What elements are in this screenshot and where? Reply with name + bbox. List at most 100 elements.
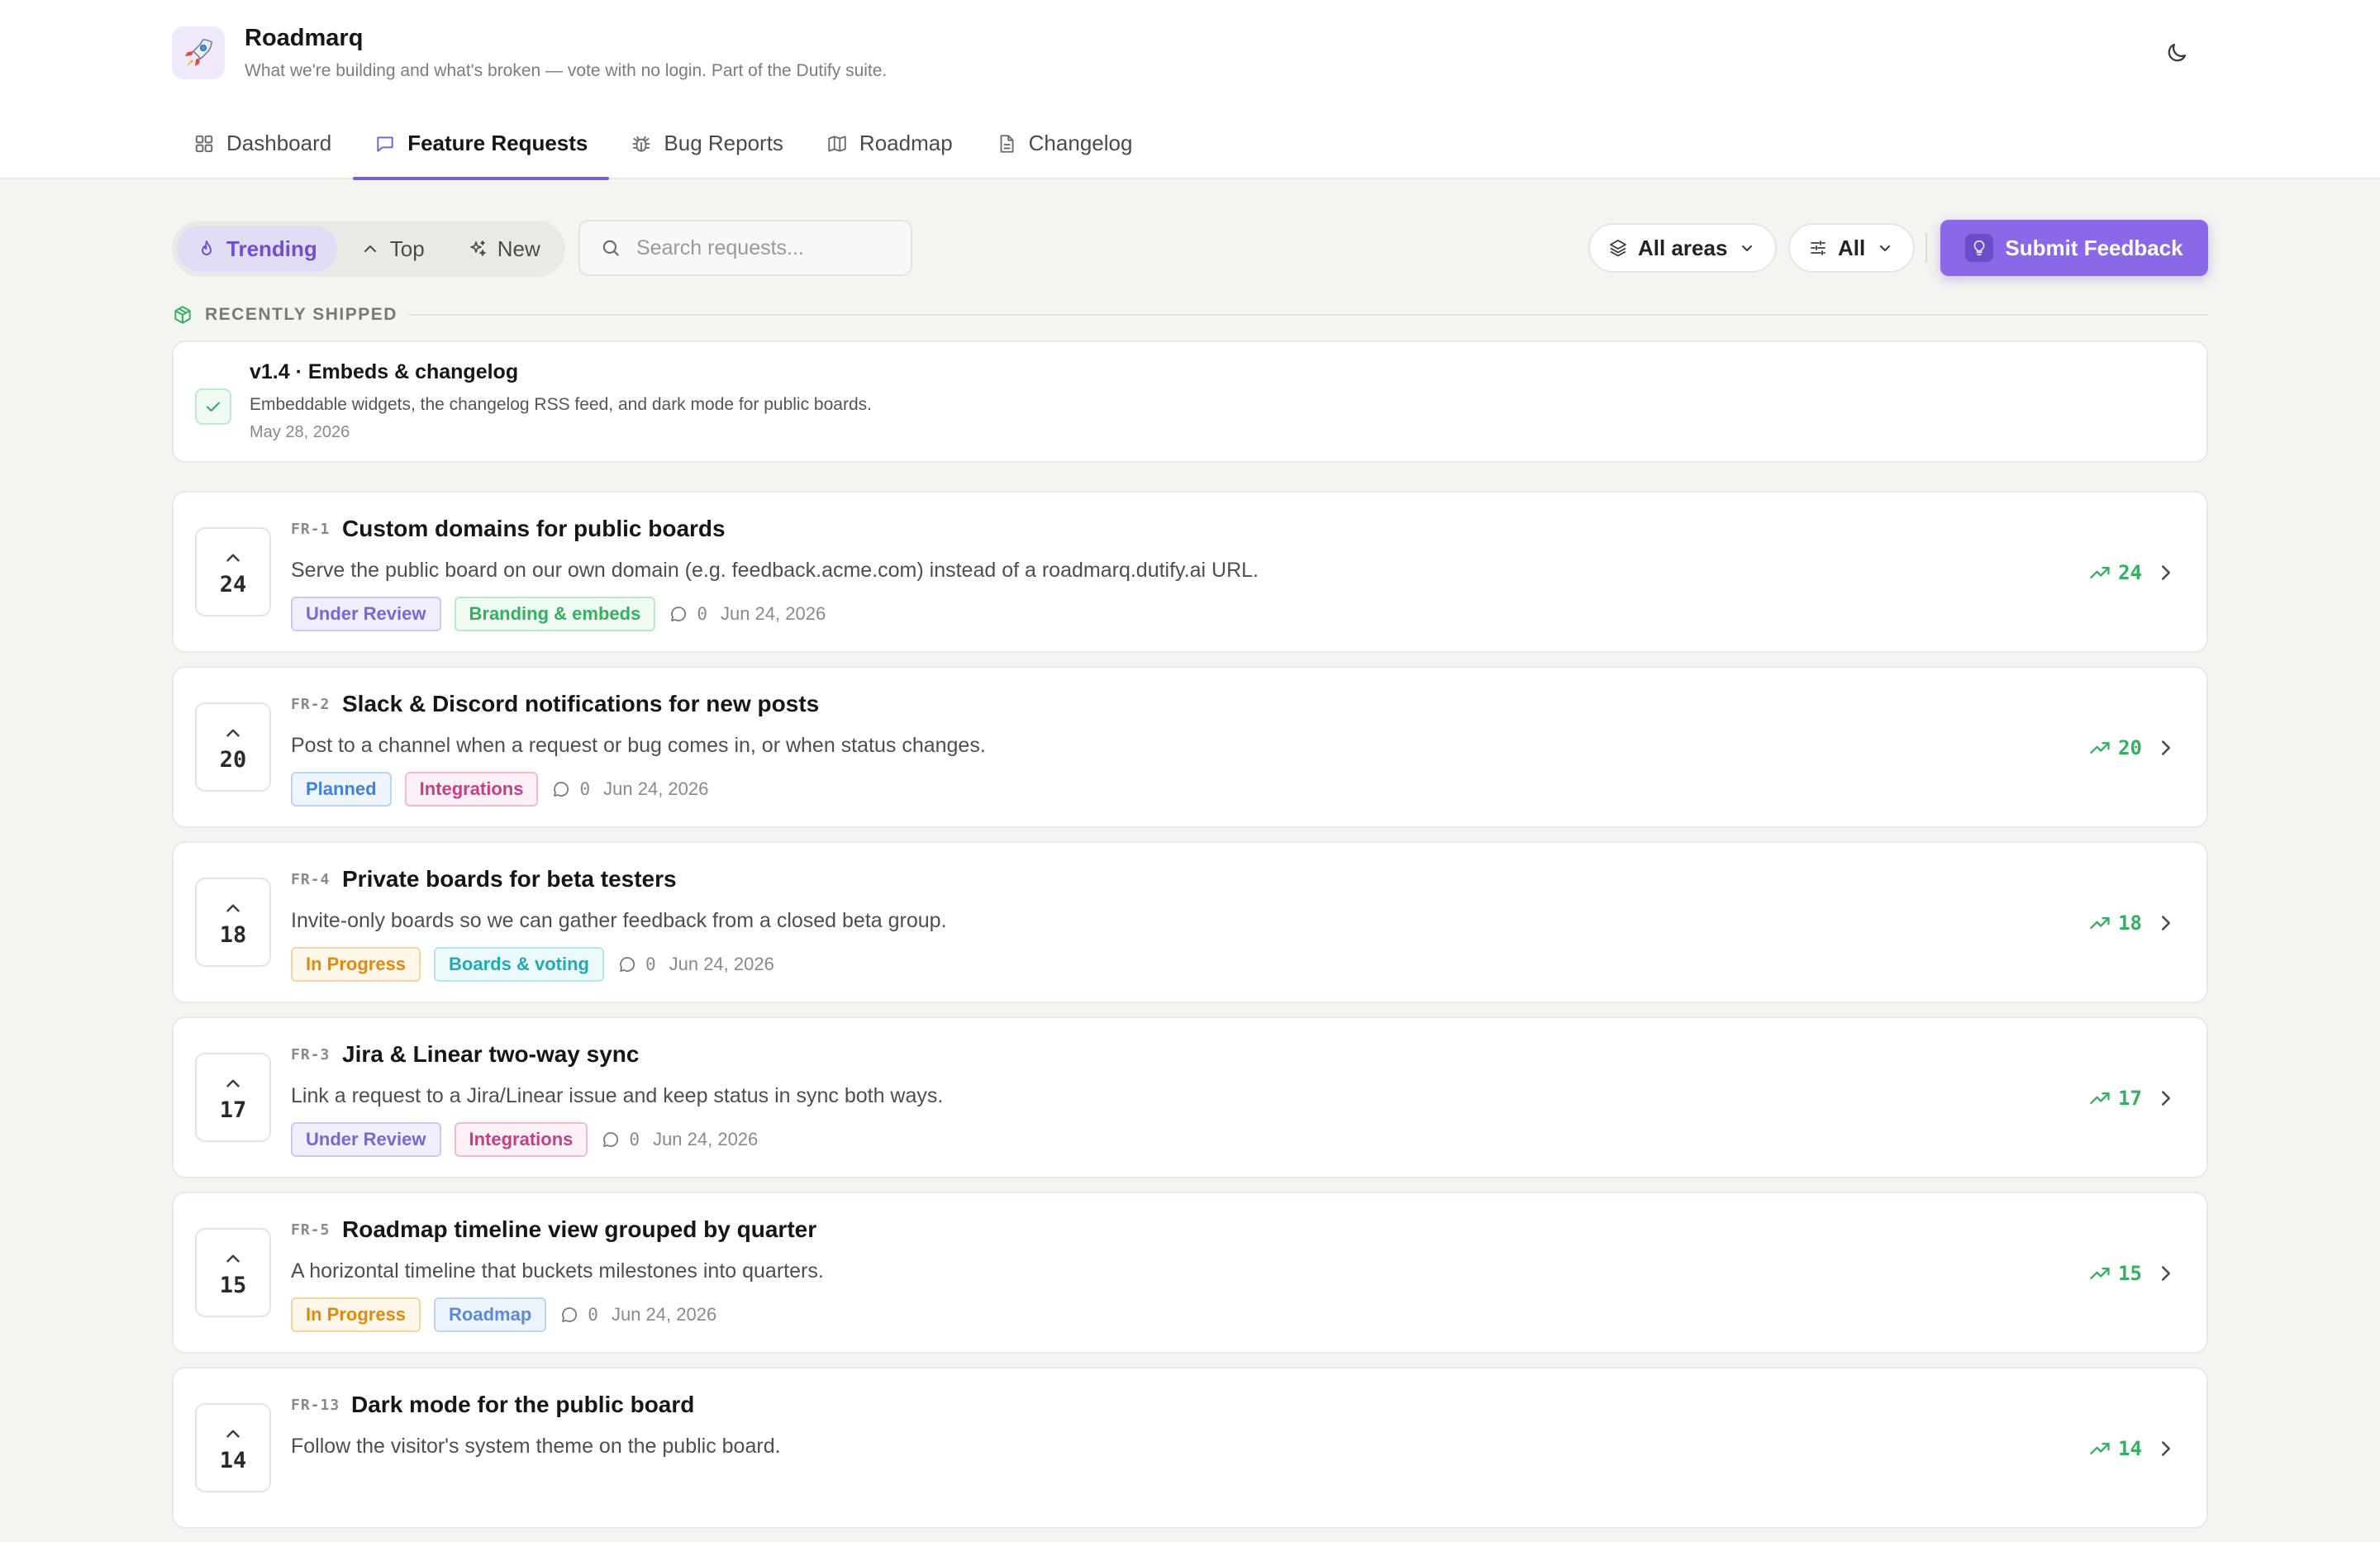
tab-label: Feature Requests: [407, 131, 588, 155]
trend-score: 17: [2088, 1084, 2142, 1112]
status-badge: Planned: [291, 772, 392, 807]
request-id: FR-4: [291, 871, 331, 888]
request-description: Post to a channel when a request or bug …: [291, 734, 986, 757]
status-badge: Under Review: [291, 1122, 441, 1157]
request-meta: Planned Integrations 0 Jun 24, 2026: [291, 772, 708, 807]
chevron-down-icon: [1880, 245, 1891, 251]
vote-count: 18: [219, 921, 247, 948]
sort-label: Top: [389, 236, 425, 261]
trend-score: 14: [2088, 1435, 2142, 1463]
feature-request-card[interactable]: 14 FR-13 Dark mode for the public board Fol…: [172, 1367, 2208, 1529]
comment-count: 0: [559, 1305, 598, 1325]
feature-request-card[interactable]: 18 FR-4 Private boards for beta testers Inv…: [172, 841, 2208, 1003]
upvote-button[interactable]: 24: [195, 527, 271, 616]
message-square-icon: [377, 136, 393, 152]
submit-feedback-button[interactable]: Submit Feedback: [1940, 220, 2208, 276]
sort-new-button[interactable]: New: [448, 226, 560, 272]
upvote-button[interactable]: 18: [195, 878, 271, 967]
upvote-button[interactable]: 20: [195, 702, 271, 792]
main-nav-tabs: Dashboard Feature Requests Bug Reports R…: [172, 107, 1154, 180]
comment-count-value: 0: [579, 779, 591, 799]
search-box: [578, 220, 912, 276]
feature-request-card[interactable]: 17 FR-3 Jira & Linear two-way sync Link a r…: [172, 1016, 2208, 1178]
vote-count: 17: [219, 1097, 247, 1123]
trending-up-icon: [2090, 1092, 2110, 1104]
sort-trending-button[interactable]: Trending: [177, 226, 337, 272]
request-title: Custom domains for public boards: [342, 516, 726, 541]
upvote-button[interactable]: 14: [195, 1403, 271, 1492]
sort-top-button[interactable]: Top: [340, 226, 445, 272]
lightbulb-icon: [1965, 234, 1994, 262]
chevron-right-icon: [2162, 740, 2170, 755]
status-filter-label: All: [1838, 235, 1866, 260]
request-date: Jun 24, 2026: [611, 1304, 717, 1325]
feature-request-card[interactable]: 15 FR-5 Roadmap timeline view grouped by q…: [172, 1192, 2208, 1354]
trend-value: 15: [2118, 1262, 2142, 1285]
request-id: FR-5: [291, 1221, 331, 1239]
request-meta: Under Review Branding & embeds 0 Jun 24, 20…: [291, 597, 826, 631]
request-date: Jun 24, 2026: [720, 603, 826, 624]
area-badge: Roadmap: [434, 1297, 547, 1332]
status-filter-dropdown[interactable]: All: [1788, 223, 1916, 273]
upvote-button[interactable]: 17: [195, 1053, 271, 1142]
file-text-icon: [1000, 134, 1014, 153]
tab-roadmap[interactable]: Roadmap: [805, 107, 974, 179]
section-divider: [408, 314, 2208, 316]
request-id: FR-2: [291, 696, 331, 713]
search-icon: [602, 240, 619, 256]
request-id: FR-1: [291, 521, 331, 538]
comment-count-value: 0: [697, 604, 707, 624]
package-icon: [174, 306, 191, 324]
request-title: Slack & Discord notifications for new po…: [342, 691, 820, 716]
comment-count-value: 0: [629, 1130, 640, 1149]
feature-request-card[interactable]: 20 FR-2 Slack & Discord notifications for …: [172, 666, 2208, 828]
shipped-release-card: v1.4 · Embeds & changelog Embeddable wid…: [172, 340, 2208, 463]
search-input[interactable]: [636, 236, 884, 260]
tab-feature-requests[interactable]: Feature Requests: [353, 107, 610, 180]
request-meta: In Progress Boards & voting 0 Jun 24, 2026: [291, 947, 774, 982]
status-badge: Under Review: [291, 597, 441, 631]
tab-dashboard[interactable]: Dashboard: [172, 107, 353, 179]
chevron-right-icon: [2162, 1441, 2170, 1456]
request-description: Link a request to a Jira/Linear issue an…: [291, 1084, 944, 1107]
chevron-right-icon: [2162, 1091, 2170, 1106]
area-filter-dropdown[interactable]: All areas: [1588, 223, 1778, 273]
check-icon: [195, 388, 231, 425]
trend-value: 20: [2118, 736, 2142, 759]
comment-icon: [562, 1307, 578, 1322]
trend-value: 24: [2118, 561, 2142, 584]
comment-icon: [554, 782, 569, 797]
flame-icon: [202, 240, 212, 255]
request-id: FR-3: [291, 1046, 331, 1064]
trending-up-icon: [2090, 742, 2110, 754]
feature-request-list: 24 FR-1 Custom domains for public boards Se…: [172, 491, 2208, 1542]
toolbar-divider: [1925, 233, 1927, 263]
request-title: Jira & Linear two-way sync: [342, 1041, 640, 1067]
request-meta: In Progress Roadmap 0 Jun 24, 2026: [291, 1297, 716, 1332]
app-subtitle: What we're building and what's broken — …: [245, 61, 888, 80]
request-title: Private boards for beta testers: [342, 866, 677, 892]
request-description: Serve the public board on our own domain…: [291, 559, 1259, 582]
chevron-right-icon: [2162, 916, 2170, 930]
vote-count: 14: [219, 1447, 247, 1473]
theme-toggle-button[interactable]: [2160, 36, 2193, 69]
comment-icon: [671, 607, 687, 621]
trending-up-icon: [2090, 917, 2110, 929]
request-date: Jun 24, 2026: [669, 954, 774, 974]
request-description: Follow the visitor's system theme on the…: [291, 1435, 781, 1458]
comment-count: 0: [601, 1130, 640, 1149]
chevron-right-icon: [2162, 1266, 2170, 1281]
comment-icon: [620, 957, 635, 972]
feature-request-card[interactable]: 24 FR-1 Custom domains for public boards Se…: [172, 491, 2208, 653]
status-badge: In Progress: [291, 1297, 421, 1332]
app-title: Roadmarq: [245, 25, 364, 51]
sort-label: Trending: [226, 236, 317, 261]
area-badge: Boards & voting: [434, 947, 604, 982]
tab-changelog[interactable]: Changelog: [974, 107, 1154, 179]
comment-count-value: 0: [588, 1305, 598, 1325]
request-title: Dark mode for the public board: [351, 1392, 695, 1417]
chevron-up-icon: [226, 729, 240, 736]
tab-bug-reports[interactable]: Bug Reports: [609, 107, 805, 179]
comment-count-value: 0: [645, 954, 656, 974]
upvote-button[interactable]: 15: [195, 1228, 271, 1317]
